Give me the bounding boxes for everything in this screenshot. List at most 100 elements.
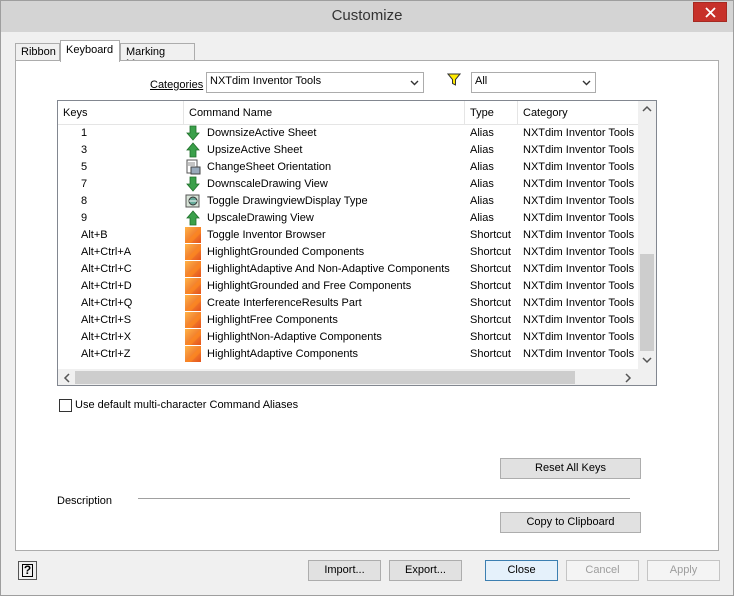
orange-command-icon: [185, 227, 201, 243]
cell-category: NXTdim Inventor Tools: [523, 229, 635, 241]
keyboard-tab-panel: Categories NXTdim Inventor Tools All Key…: [15, 60, 719, 551]
cell-command-name: HighlightNon-Adaptive Components: [207, 331, 382, 343]
chevron-down-icon: [582, 80, 591, 86]
tab-keyboard[interactable]: Keyboard: [60, 40, 120, 62]
cell-category: NXTdim Inventor Tools: [523, 263, 635, 275]
table-row[interactable]: Alt+Ctrl+Z HighlightAdaptive Components Sh…: [58, 346, 638, 363]
cell-keys: 7: [81, 178, 88, 190]
orange-command-icon: [185, 329, 201, 345]
cell-keys: 1: [81, 127, 88, 139]
table-row[interactable]: 1 DownsizeActive Sheet Alias NXTdim Invento…: [58, 125, 638, 142]
cell-category: NXTdim Inventor Tools: [523, 127, 635, 139]
cell-command-name: Toggle DrawingviewDisplay Type: [207, 195, 368, 207]
cell-keys: Alt+Ctrl+X: [81, 331, 132, 343]
import-button-label: Import...: [324, 564, 365, 576]
cancel-button[interactable]: Cancel: [566, 560, 639, 581]
description-label: Description: [57, 495, 113, 507]
import-button[interactable]: Import...: [308, 560, 381, 581]
default-aliases-label: Use default multi-character Command Alia…: [75, 399, 299, 411]
cell-type: Alias: [470, 195, 494, 207]
cell-command-name: DownscaleDrawing View: [207, 178, 328, 190]
table-row[interactable]: 3 UpsizeActive Sheet Alias NXTdim Inventor …: [58, 142, 638, 159]
funnel-icon[interactable]: [447, 73, 461, 87]
column-header-category[interactable]: Category: [518, 101, 638, 125]
table-row[interactable]: Alt+B Toggle Inventor Browser Shortcut NXTd…: [58, 227, 638, 244]
table-row[interactable]: 8 Toggle DrawingviewDisplay Type Alias NXTd…: [58, 193, 638, 210]
window-title: Customize: [331, 7, 403, 24]
apply-button-label: Apply: [669, 564, 698, 576]
scroll-right-icon[interactable]: [625, 373, 632, 383]
orange-command-icon: [185, 244, 201, 260]
cell-type: Shortcut: [470, 348, 511, 360]
description-divider: [138, 498, 630, 499]
tab-marking-menu[interactable]: Marking Menu: [120, 43, 195, 70]
cancel-button-label: Cancel: [585, 564, 620, 576]
cell-type: Alias: [470, 161, 494, 173]
copy-to-clipboard-button[interactable]: Copy to Clipboard: [500, 512, 641, 533]
column-header-type[interactable]: Type: [465, 101, 518, 125]
shortcut-grid[interactable]: Keys Command Name Type Category 1 Downsiz…: [57, 100, 657, 386]
tab-ribbon[interactable]: Ribbon: [15, 43, 60, 61]
dialog-body: Ribbon Keyboard Marking Menu Categories …: [8, 32, 726, 590]
table-row[interactable]: Alt+Ctrl+X HighlightNon-Adaptive Componen…: [58, 329, 638, 346]
cell-type: Shortcut: [470, 331, 511, 343]
cell-keys: Alt+Ctrl+C: [81, 263, 132, 275]
scroll-up-icon[interactable]: [642, 105, 652, 112]
vertical-scrollbar[interactable]: [638, 101, 656, 369]
table-row[interactable]: 5 ChangeSheet Orientation Alias NXTdim Inve…: [58, 159, 638, 176]
cell-keys: Alt+Ctrl+A: [81, 246, 132, 258]
table-row[interactable]: 7 DownscaleDrawing View Alias NXTdim Invent…: [58, 176, 638, 193]
arrow-down-icon: [185, 176, 201, 192]
categories-dropdown[interactable]: NXTdim Inventor Tools: [206, 72, 424, 93]
reset-all-keys-button[interactable]: Reset All Keys: [500, 458, 641, 479]
cell-type: Shortcut: [470, 246, 511, 258]
horizontal-scrollbar[interactable]: [58, 369, 638, 385]
cell-category: NXTdim Inventor Tools: [523, 314, 635, 326]
column-header-command-name[interactable]: Command Name: [184, 101, 465, 125]
cell-keys: 3: [81, 144, 88, 156]
drawing-view-display-icon: [185, 193, 201, 209]
apply-button[interactable]: Apply: [647, 560, 720, 581]
cell-type: Shortcut: [470, 314, 511, 326]
categories-label-text: Categories: [150, 79, 204, 91]
export-button[interactable]: Export...: [389, 560, 462, 581]
horizontal-scroll-thumb[interactable]: [75, 371, 575, 384]
cell-command-name: HighlightGrounded Components: [207, 246, 365, 258]
cell-category: NXTdim Inventor Tools: [523, 331, 635, 343]
cell-category: NXTdim Inventor Tools: [523, 195, 635, 207]
window-close-button[interactable]: [693, 2, 727, 22]
scroll-left-icon[interactable]: [63, 373, 70, 383]
cell-type: Shortcut: [470, 297, 511, 309]
cell-keys: Alt+Ctrl+Q: [81, 297, 133, 309]
filter-selected: All: [475, 75, 488, 87]
vertical-scroll-thumb[interactable]: [640, 254, 654, 351]
default-aliases-checkbox[interactable]: [59, 399, 72, 412]
filter-dropdown[interactable]: All: [471, 72, 596, 93]
cell-keys: Alt+Ctrl+S: [81, 314, 132, 326]
cell-type: Shortcut: [470, 263, 511, 275]
sheet-orientation-icon: [185, 159, 201, 175]
table-row[interactable]: Alt+Ctrl+D HighlightGrounded and Free Com…: [58, 278, 638, 295]
cell-command-name: UpsizeActive Sheet: [207, 144, 303, 156]
cell-command-name: Create InterferenceResults Part: [207, 297, 362, 309]
table-row[interactable]: Alt+Ctrl+Q Create InterferenceResults Par…: [58, 295, 638, 312]
table-row[interactable]: Alt+Ctrl+C HighlightAdaptive And Non-Adap…: [58, 261, 638, 278]
table-row[interactable]: Alt+Ctrl+A HighlightGrounded Components Sh…: [58, 244, 638, 261]
table-row[interactable]: 9 UpscaleDrawing View Alias NXTdim Inventor…: [58, 210, 638, 227]
orange-command-icon: [185, 261, 201, 277]
cell-type: Alias: [470, 178, 494, 190]
table-row[interactable]: Alt+Ctrl+S HighlightFree Components Shortc…: [58, 312, 638, 329]
title-bar[interactable]: Customize: [1, 1, 733, 32]
cell-type: Alias: [470, 127, 494, 139]
cell-keys: Alt+Ctrl+D: [81, 280, 132, 292]
orange-command-icon: [185, 312, 201, 328]
close-button[interactable]: Close: [485, 560, 558, 581]
scroll-down-icon[interactable]: [642, 357, 652, 364]
categories-label: Categories: [150, 79, 203, 91]
cell-type: Shortcut: [470, 280, 511, 292]
scroll-corner: [638, 369, 656, 385]
cell-command-name: DownsizeActive Sheet: [207, 127, 317, 139]
help-button[interactable]: ?: [18, 561, 37, 580]
orange-command-icon: [185, 346, 201, 362]
column-header-keys[interactable]: Keys: [58, 101, 184, 125]
